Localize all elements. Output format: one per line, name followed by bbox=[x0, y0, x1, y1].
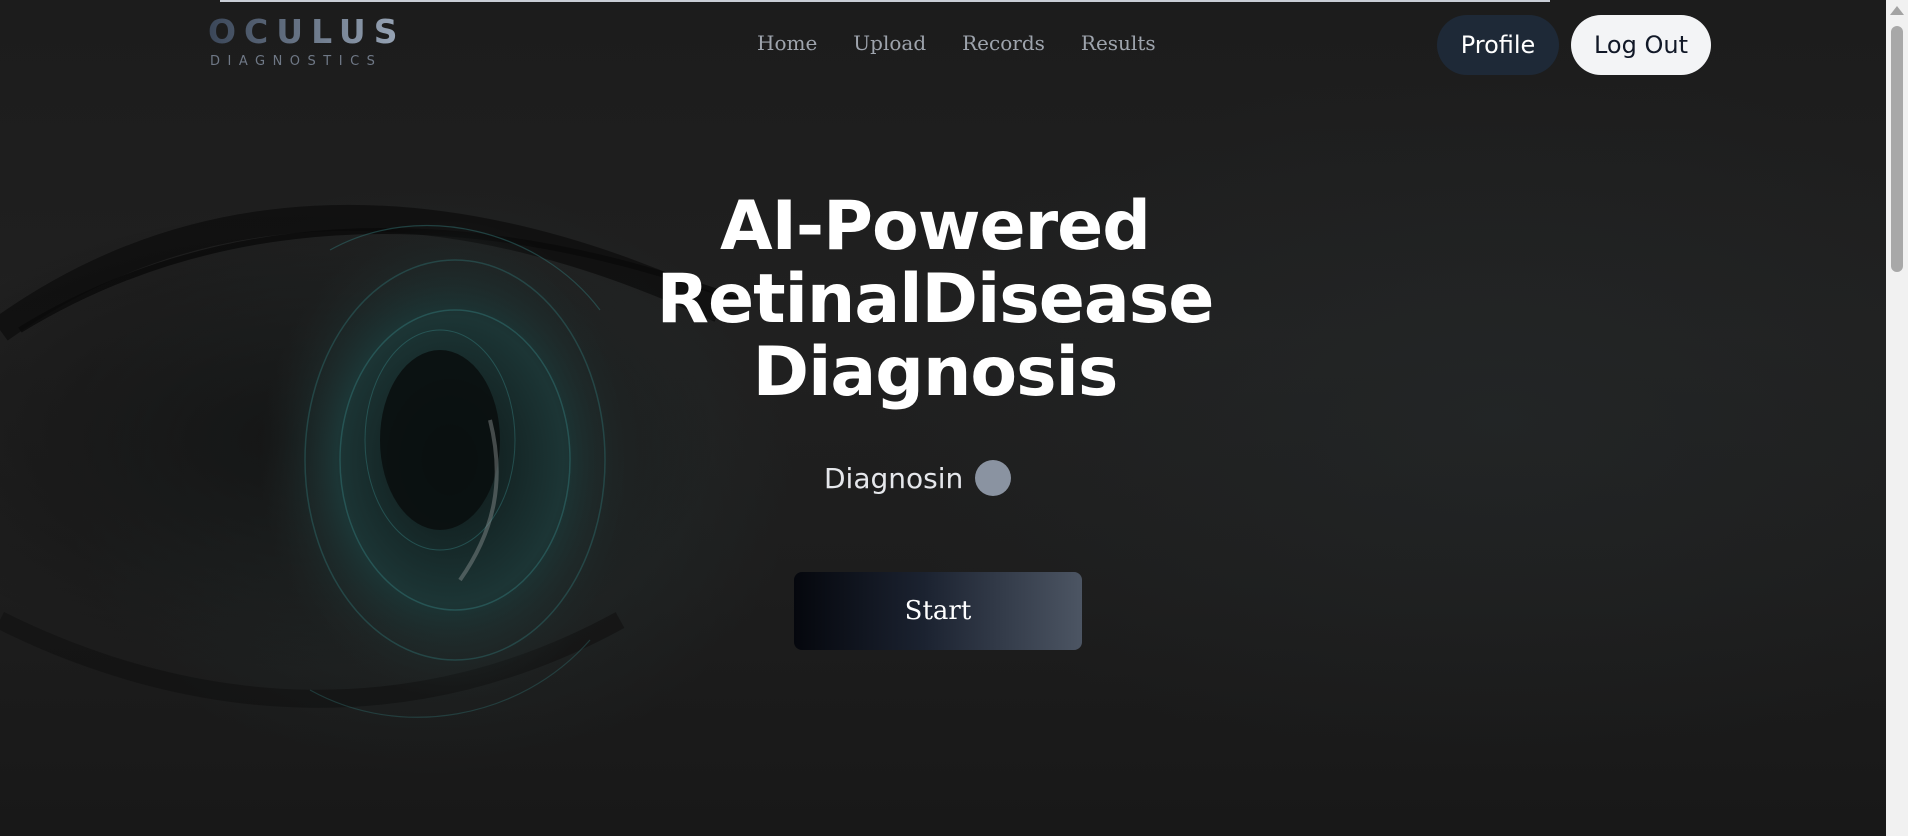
status-text: Diagnosin bbox=[824, 461, 964, 495]
page: OCULUS DIAGNOSTICS Home Upload Records R… bbox=[0, 0, 1908, 836]
profile-button[interactable]: Profile bbox=[1437, 15, 1559, 75]
main-nav: Home Upload Records Results bbox=[757, 31, 1156, 55]
nav-link-upload[interactable]: Upload bbox=[853, 31, 926, 55]
scroll-up-icon[interactable] bbox=[1890, 6, 1904, 15]
logo-wordmark: OCULUS bbox=[208, 12, 406, 51]
logout-button[interactable]: Log Out bbox=[1571, 15, 1711, 75]
nav-link-results[interactable]: Results bbox=[1081, 31, 1156, 55]
hero-title-line-1: AI-Powered bbox=[720, 187, 1151, 266]
diagnosis-status: Diagnosin bbox=[824, 460, 1012, 496]
hero-title-line-3: Diagnosis bbox=[752, 333, 1119, 412]
scrollbar-thumb[interactable] bbox=[1891, 26, 1903, 272]
start-button[interactable]: Start bbox=[794, 572, 1082, 650]
nav-link-records[interactable]: Records bbox=[962, 31, 1045, 55]
vertical-scrollbar[interactable] bbox=[1886, 0, 1908, 836]
loading-dot-icon bbox=[975, 460, 1012, 496]
hero-title-line-2: RetinalDisease bbox=[656, 260, 1215, 339]
hero-title: AI-Powered RetinalDisease Diagnosis bbox=[560, 190, 1310, 409]
logo-tagline: DIAGNOSTICS bbox=[210, 54, 383, 69]
logo[interactable]: OCULUS DIAGNOSTICS bbox=[208, 12, 408, 72]
top-border-line bbox=[220, 0, 1550, 2]
nav-link-home[interactable]: Home bbox=[757, 31, 817, 55]
